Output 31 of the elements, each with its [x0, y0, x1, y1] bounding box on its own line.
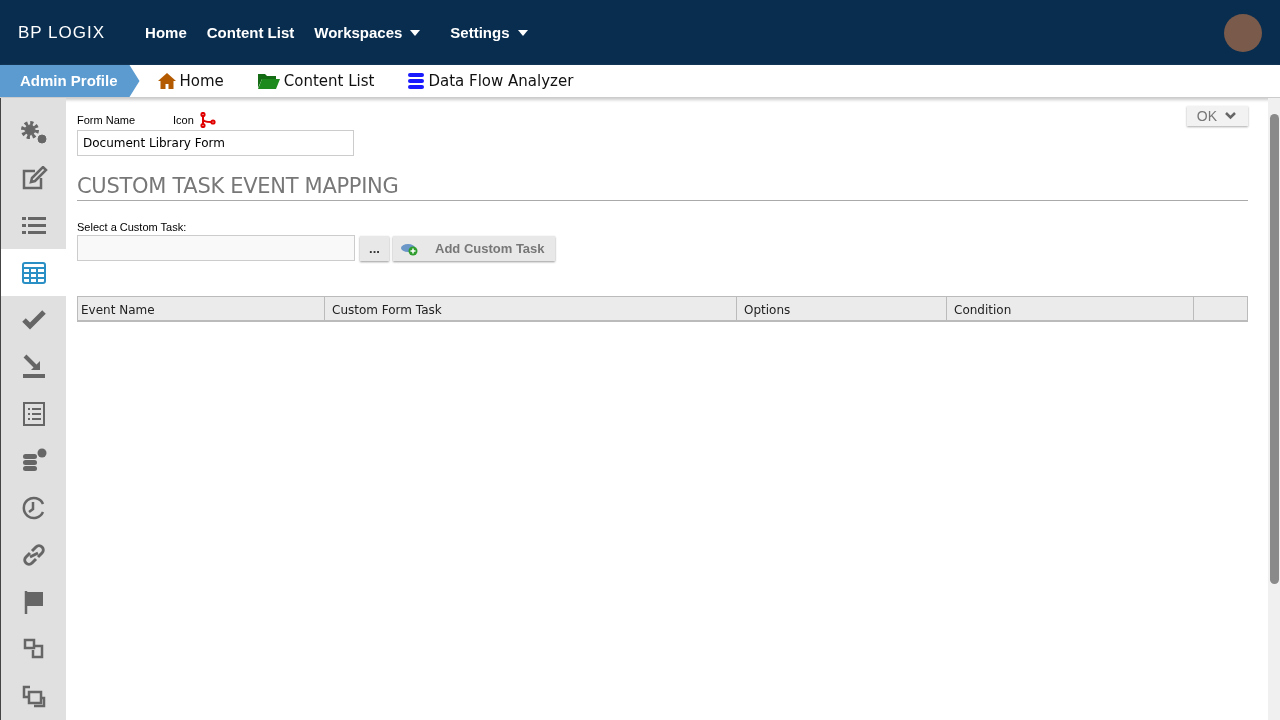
ok-button[interactable]: OK [1186, 106, 1248, 126]
column-header[interactable]: Condition [947, 297, 1194, 320]
sidebar-item[interactable] [1, 249, 66, 297]
logo[interactable]: BP LOGIX [18, 22, 106, 43]
chevron-icon [1225, 112, 1236, 120]
browse-button[interactable]: ... [360, 235, 389, 261]
nav-link[interactable]: Settings [450, 24, 528, 41]
breadcrumb-link[interactable]: Home [157, 72, 224, 90]
gears-icon [18, 118, 49, 145]
database-icon [408, 73, 425, 89]
custom-task-label: Select a Custom Task: [77, 221, 187, 233]
column-header[interactable]: Event Name [78, 297, 325, 320]
branch-icon [199, 112, 216, 128]
scrollbar-thumb[interactable] [1269, 114, 1279, 584]
section-title: CUSTOM TASK EVENT MAPPING [77, 174, 1248, 201]
form-name-label: Form Name [77, 114, 136, 126]
folder-icon [257, 73, 280, 89]
scrollbar[interactable] [1268, 98, 1280, 720]
nav-link[interactable]: Workspaces [314, 24, 421, 41]
column-header[interactable]: Custom Form Task [325, 297, 737, 320]
custom-task-field[interactable] [77, 235, 355, 261]
avatar[interactable] [1224, 13, 1262, 52]
nav-link[interactable]: Home [145, 24, 187, 41]
form-name-field[interactable]: Document Library Form [77, 130, 354, 156]
nav-link[interactable]: Content List [206, 24, 295, 41]
add-custom-task-button[interactable]: Add Custom Task [393, 235, 555, 261]
breadcrumb-link[interactable]: Data Flow Analyzer [408, 72, 574, 90]
home-icon [157, 73, 176, 89]
breadcrumb-link[interactable]: Content List [257, 72, 375, 90]
icon-label: Icon [173, 114, 194, 126]
column-header[interactable]: Options [737, 297, 947, 320]
